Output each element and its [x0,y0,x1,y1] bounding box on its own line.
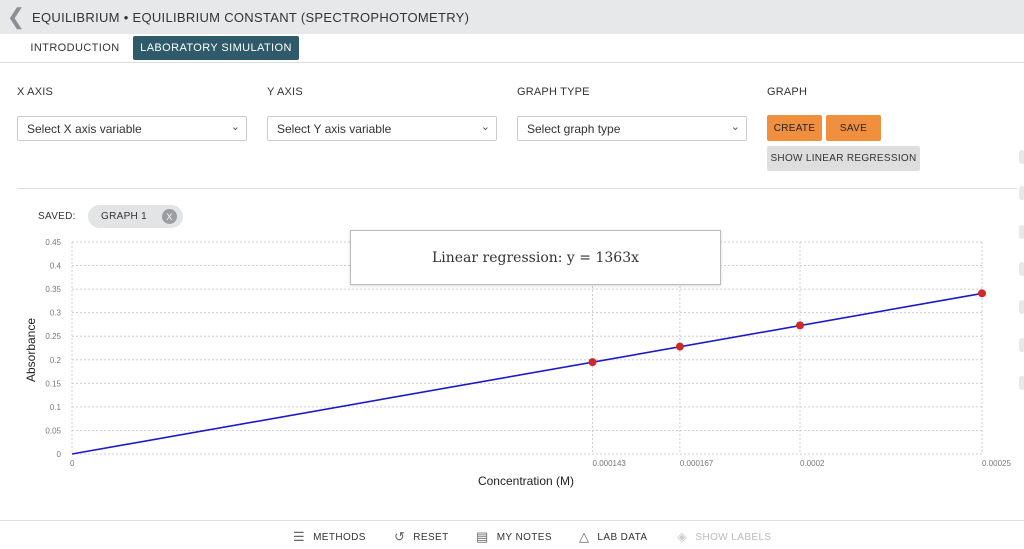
close-icon[interactable]: X [162,209,177,224]
notes-icon: ▤ [476,529,489,544]
tab-bar: INTRODUCTION LABORATORY SIMULATION [0,34,1024,63]
y-axis-select[interactable]: Select Y axis variable ⌄ [267,116,497,141]
header-bar: ❮ EQUILIBRIUM • EQUILIBRIUM CONSTANT (SP… [0,0,1024,34]
save-button[interactable]: SAVE [826,115,881,141]
y-tick-label: 0.2 [50,356,62,365]
x-tick-label: 0.00025 [982,459,1011,468]
lab-data-label: LAB DATA [597,531,648,543]
y-tick-label: 0.25 [45,332,61,341]
y-tick-label: 0 [57,450,62,459]
chevron-down-icon: ⌄ [230,121,240,133]
chevron-down-icon: ⌄ [730,121,740,133]
methods-label: METHODS [313,531,366,543]
divider [17,188,1017,189]
x-axis-select[interactable]: Select X axis variable ⌄ [17,116,247,141]
graph-label: GRAPH [767,86,808,98]
edge-handle [1019,262,1024,276]
x-axis-title: Concentration (M) [478,474,574,488]
y-tick-label: 0.3 [50,309,62,318]
create-button[interactable]: CREATE [767,115,822,141]
saved-graph-chip[interactable]: GRAPH 1 X [88,205,183,228]
tab-introduction[interactable]: INTRODUCTION [22,36,128,60]
y-tick-label: 0.4 [50,262,62,271]
data-point[interactable] [675,342,684,351]
regression-line [71,292,983,455]
y-axis-select-value: Select Y axis variable [277,121,392,136]
list-icon: ☰ [293,529,306,544]
reset-icon: ↺ [394,529,406,544]
edge-handle [1019,376,1024,390]
show-linear-regression-button[interactable]: SHOW LINEAR REGRESSION [767,146,920,171]
edge-handle [1019,338,1024,352]
x-tick-label: 0.0002 [800,459,825,468]
methods-button[interactable]: ☰ METHODS [293,529,366,545]
saved-graph-chip-label: GRAPH 1 [101,211,148,222]
x-tick-label: 0.000167 [680,459,714,468]
y-tick-label: 0.05 [45,426,61,435]
saved-label: SAVED: [38,211,76,222]
y-tick-label: 0.1 [50,403,62,412]
x-tick-label: 0 [70,459,75,468]
y-tick-label: 0.45 [45,238,61,247]
y-axis-label: Y AXIS [267,86,303,98]
show-labels-button[interactable]: ◈ SHOW LABELS [677,529,772,545]
lab-data-button[interactable]: △ LAB DATA [579,529,647,545]
reset-button[interactable]: ↺ RESET [394,529,449,545]
edge-handle [1019,300,1024,314]
x-axis-label: X AXIS [17,86,54,98]
regression-equation-text: Linear regression: y = 1363x [431,249,639,266]
x-axis-select-value: Select X axis variable [27,121,142,136]
data-point[interactable] [796,321,804,330]
edge-handle [1019,186,1024,200]
footer-toolbar: ☰ METHODS ↺ RESET ▤ MY NOTES △ LAB DATA … [0,520,1024,549]
data-point[interactable] [978,289,986,298]
my-notes-button[interactable]: ▤ MY NOTES [476,529,552,545]
show-labels-label: SHOW LABELS [695,531,772,543]
graph-type-select[interactable]: Select graph type ⌄ [517,116,747,141]
tab-laboratory-simulation[interactable]: LABORATORY SIMULATION [133,36,299,60]
regression-equation-box: Linear regression: y = 1363x [350,230,721,285]
graph-type-select-value: Select graph type [527,121,621,136]
y-tick-label: 0.15 [45,379,61,388]
my-notes-label: MY NOTES [496,531,552,543]
chevron-down-icon: ⌄ [480,121,490,133]
page-title: EQUILIBRIUM • EQUILIBRIUM CONSTANT (SPEC… [32,9,470,25]
data-point[interactable] [588,358,597,367]
graph-type-label: GRAPH TYPE [517,86,590,98]
back-chevron-icon[interactable]: ❮ [0,0,32,34]
x-tick-label: 0.000143 [593,459,627,468]
y-tick-label: 0.35 [45,285,61,294]
flask-icon: △ [579,529,590,544]
edge-handle [1019,150,1024,164]
tag-icon: ◈ [677,529,688,544]
edge-handle [1019,225,1024,239]
y-axis-title: Absorbance [24,318,38,382]
reset-label: RESET [413,531,449,543]
